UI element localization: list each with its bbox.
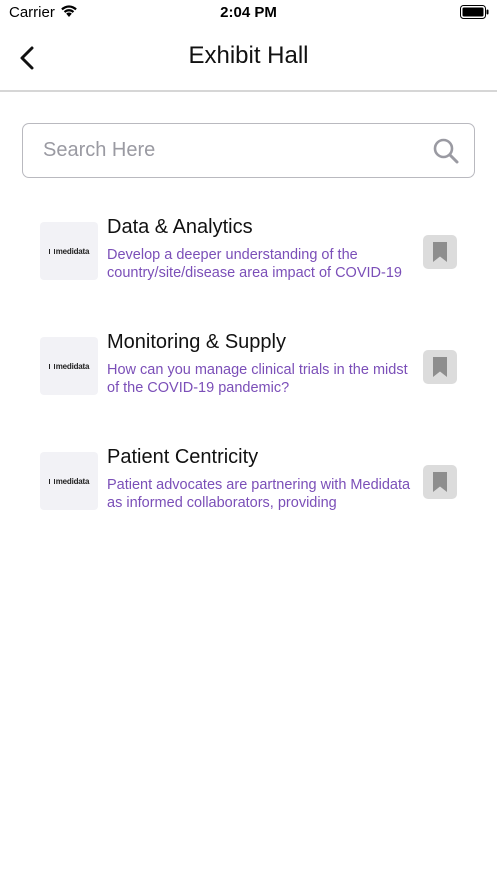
exhibitor-logo: medidata: [40, 452, 98, 510]
exhibitor-logo: medidata: [40, 337, 98, 395]
exhibitor-description: Develop a deeper understanding of the co…: [107, 247, 402, 281]
clock: 2:04 PM: [220, 4, 277, 21]
bookmark-icon: [433, 472, 447, 492]
exhibitor-item[interactable]: medidata Monitoring & Supply How can you…: [0, 315, 497, 430]
bookmark-button[interactable]: [423, 465, 457, 499]
exhibitor-logo: medidata: [40, 222, 98, 280]
exhibitor-item[interactable]: medidata Patient Centricity Patient advo…: [0, 430, 497, 545]
bookmark-button[interactable]: [423, 350, 457, 384]
medidata-logo-mark-icon: [48, 363, 55, 369]
logo-text: medidata: [55, 361, 90, 371]
exhibitor-list: medidata Data & Analytics Develop a deep…: [0, 200, 497, 545]
medidata-logo-mark-icon: [48, 248, 55, 254]
exhibitor-description: How can you manage clinical trials in th…: [107, 362, 408, 396]
exhibitor-title: Data & Analytics: [107, 216, 253, 238]
exhibitor-description: Patient advocates are partnering with Me…: [107, 477, 411, 511]
search-bar[interactable]: [22, 123, 475, 178]
bookmark-icon: [433, 242, 447, 262]
exhibitor-title: Patient Centricity: [107, 446, 259, 468]
medidata-logo-mark-icon: [48, 478, 55, 484]
navigation-bar: Exhibit Hall: [0, 26, 497, 92]
bookmark-button[interactable]: [423, 235, 457, 269]
bookmark-icon: [433, 357, 447, 377]
logo-text: medidata: [55, 246, 90, 256]
exhibit-hall-screen: Carrier 2:04 PM Exhibit Hall Search Here…: [0, 0, 497, 883]
logo-text: medidata: [55, 476, 90, 486]
battery-icon: [460, 5, 489, 19]
status-bar: Carrier 2:04 PM: [0, 0, 497, 26]
exhibitor-title: Monitoring & Supply: [107, 331, 286, 353]
search-input[interactable]: [43, 134, 423, 167]
exhibitor-item[interactable]: medidata Data & Analytics Develop a deep…: [0, 200, 497, 315]
search-icon[interactable]: [432, 137, 460, 165]
page-title: Exhibit Hall: [188, 42, 309, 69]
